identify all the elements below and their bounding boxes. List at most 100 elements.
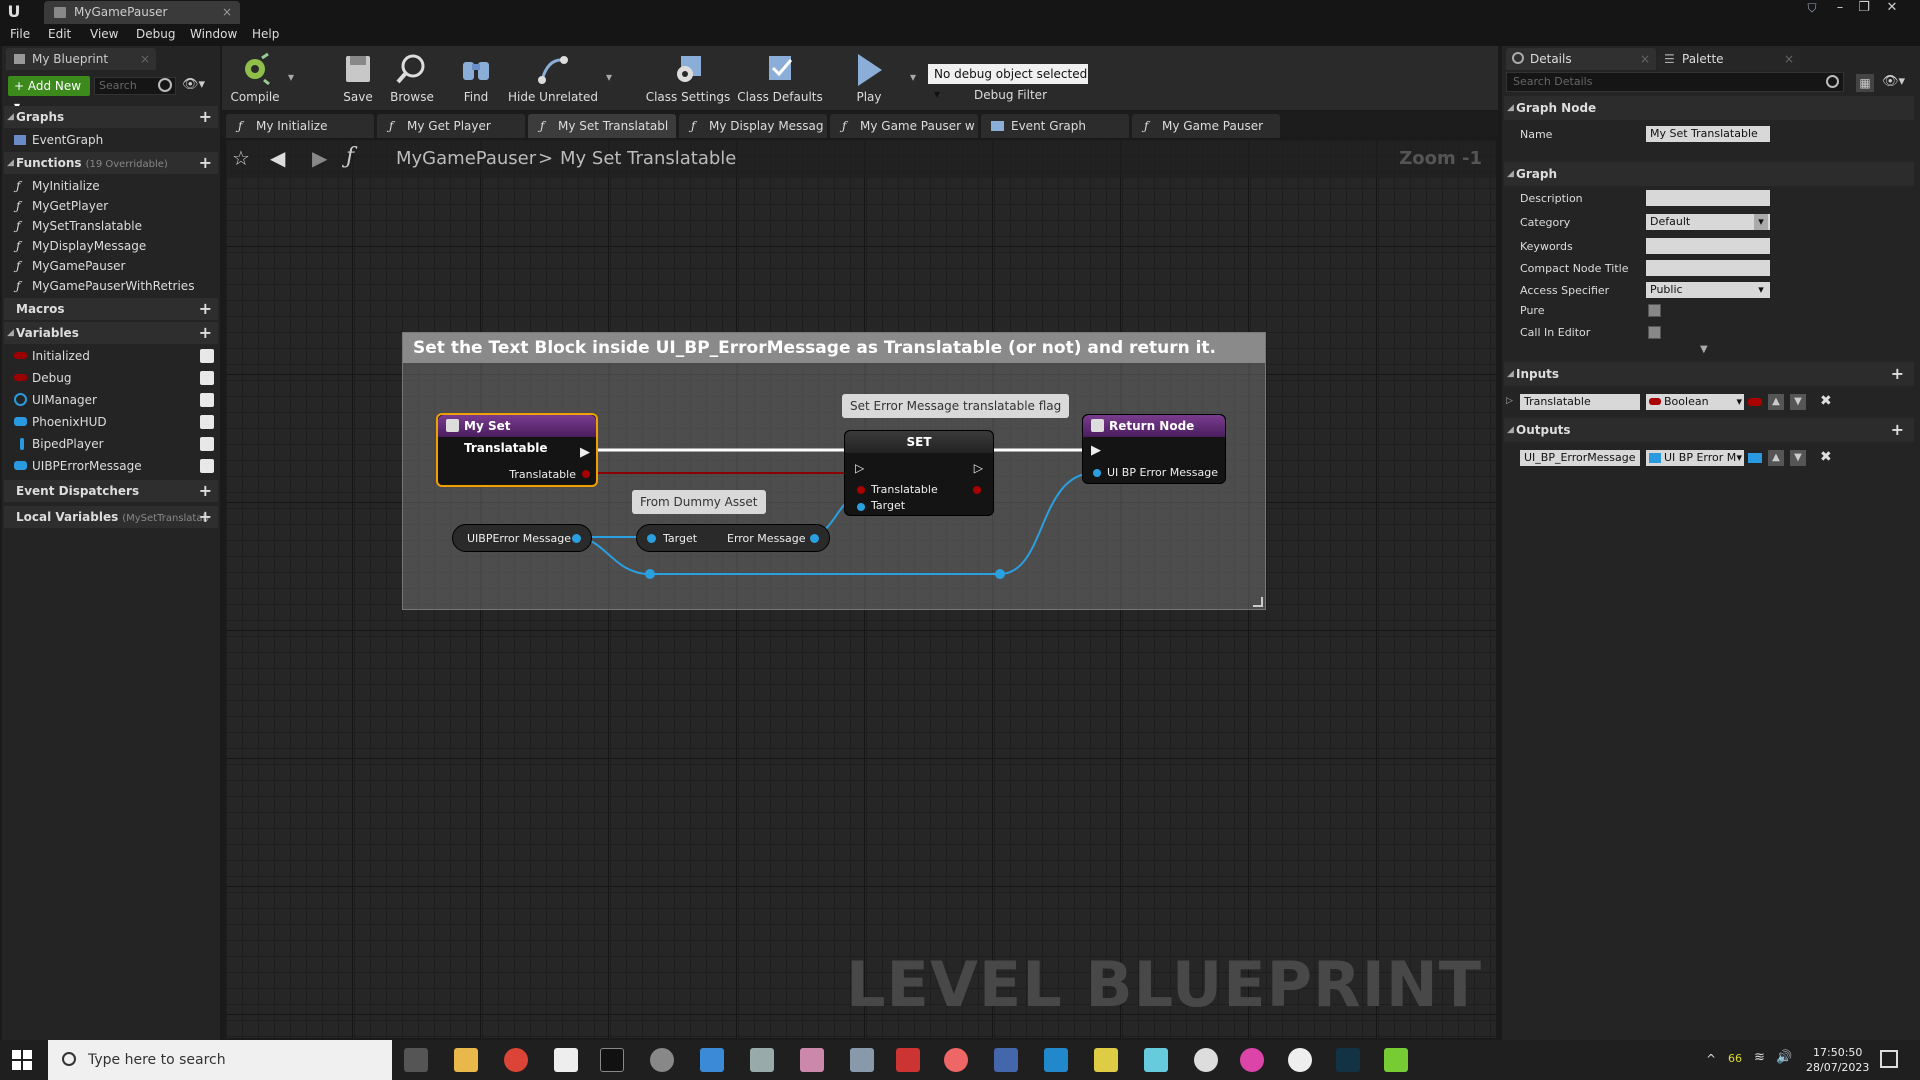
move-down-icon[interactable]: ▼ [1790,450,1806,466]
app-icon[interactable] [994,1048,1018,1072]
window-tab[interactable]: MyGamePauser × [44,1,240,24]
app-icon[interactable] [800,1048,824,1072]
search-details-input[interactable]: Search Details [1506,72,1844,92]
tab-my-initialize[interactable]: ƒ My Initialize [226,114,374,138]
move-up-icon[interactable]: ▲ [1768,394,1784,410]
variable-visibility-eye-icon[interactable] [200,415,214,429]
close-icon[interactable]: × [222,1,232,24]
variable-item-bipedplayer[interactable]: BipedPlayer [20,434,104,454]
app-icon[interactable] [1144,1048,1168,1072]
function-item[interactable]: ƒ MyGamePauser [16,256,125,276]
app-icon[interactable] [1194,1048,1218,1072]
volume-icon[interactable]: 🔊 [1776,1050,1792,1065]
chrome-icon[interactable] [504,1048,528,1072]
function-entry-node[interactable]: My Set Translatable ▶ Translatable [436,413,598,487]
tab-event-graph[interactable]: Event Graph [981,114,1129,138]
menu-window[interactable]: Window [190,27,237,41]
restore-icon[interactable]: ❐ [1852,0,1876,18]
access-specifier-select[interactable]: Public ▾ [1646,282,1770,298]
close-icon[interactable]: × [140,48,150,70]
class-defaults-button[interactable]: Class Defaults [736,46,824,110]
windows-start-icon[interactable] [12,1050,32,1070]
function-item[interactable]: ƒ MySetTranslatable [16,216,142,236]
pure-checkbox[interactable] [1648,304,1661,317]
app-icon[interactable] [1044,1048,1068,1072]
object-pin-icon[interactable] [572,534,581,543]
name-field[interactable]: My Set Translatable [1646,126,1770,142]
add-output-icon[interactable]: + [1891,418,1904,442]
variable-visibility-eye-icon[interactable] [200,393,214,407]
app-icon[interactable] [1384,1048,1408,1072]
tab-my-set-translatable[interactable]: ƒ My Set Translatabl [528,114,676,138]
view-options-grid-icon[interactable]: ▦ [1856,74,1874,92]
app-icon[interactable] [896,1048,920,1072]
input-type-select[interactable]: Boolean ▾ [1646,394,1744,410]
keywords-field[interactable] [1646,238,1770,254]
reroute-knot[interactable] [995,569,1005,579]
remove-input-icon[interactable]: ✖ [1820,393,1832,409]
app-icon[interactable] [1336,1048,1360,1072]
file-explorer-icon[interactable] [454,1048,478,1072]
error-message-get-node[interactable]: Target Error Message [636,524,830,552]
target-pin-icon[interactable] [857,503,865,511]
output-type-select[interactable]: UI BP Error M ▾ [1646,450,1744,466]
variable-visibility-eye-icon[interactable] [200,349,214,363]
debug-object-select[interactable]: No debug object selected ▾ [928,64,1088,101]
terminal-icon[interactable] [600,1048,624,1072]
taskbar-search-input[interactable]: Type here to search [48,1040,392,1080]
system-clock[interactable]: 17:50:50 28/07/2023 [1806,1045,1869,1075]
app-icon[interactable] [944,1048,968,1072]
event-dispatchers-section[interactable]: Event Dispatchers + [4,480,218,502]
function-item[interactable]: ƒ MyDisplayMessage [16,236,146,256]
variable-item-uibperrormessage[interactable]: UIBPErrorMessage [14,456,142,476]
close-icon[interactable]: × [1640,48,1650,70]
visibility-eye-icon[interactable]: 👁▾ [1882,74,1905,89]
set-node[interactable]: SET ▷ ▷ Translatable Target [844,430,994,516]
menu-debug[interactable]: Debug [136,27,175,41]
exec-out-pin-icon[interactable]: ▷ [974,461,983,475]
variable-get-node[interactable]: UIBPError Message [452,524,592,552]
app-icon[interactable] [850,1048,874,1072]
tab-my-game-pauser-with-retries[interactable]: ƒ My Game Pauser w [830,114,978,138]
tab-details[interactable]: Details × [1506,48,1656,70]
my-blueprint-tab[interactable]: My Blueprint × [6,48,156,70]
app-icon[interactable] [1094,1048,1118,1072]
exec-in-pin-icon[interactable]: ▷ [855,461,864,475]
graph-editor[interactable]: ☆ ◀ ▶ ƒ MyGamePauser > My Set Translatab… [226,140,1496,1038]
function-item[interactable]: ƒ MyInitialize [16,176,100,196]
source-control-icon[interactable]: ⛉ [1800,0,1824,18]
expand-advanced-icon[interactable]: ▼ [1700,344,1708,355]
add-macro-icon[interactable]: + [199,298,212,320]
macros-section[interactable]: Macros + [4,298,218,320]
save-button[interactable]: Save [334,46,382,110]
return-node[interactable]: Return Node ▶ UI BP Error Message [1082,414,1226,484]
wifi-icon[interactable]: ≋ [1754,1050,1765,1065]
variable-visibility-eye-icon[interactable] [200,371,214,385]
minimize-icon[interactable]: – [1828,0,1852,18]
variable-item-debug[interactable]: Debug [14,368,71,388]
graph-item-eventgraph[interactable]: EventGraph [14,130,103,150]
move-up-icon[interactable]: ▲ [1768,450,1784,466]
settings-gear-icon[interactable] [650,1048,674,1072]
object-pin-type-icon[interactable] [1748,453,1762,463]
function-item[interactable]: ƒ MyGetPlayer [16,196,108,216]
variable-visibility-eye-icon[interactable] [200,437,214,451]
compile-options-icon[interactable]: ▾ [284,70,298,84]
graphs-section[interactable]: ◢ Graphs + [4,106,218,128]
variables-section[interactable]: ◢ Variables + [4,322,218,344]
functions-section[interactable]: ◢ Functions (19 Overridable) + [4,152,218,174]
bool-pin-type-icon[interactable] [1748,398,1762,406]
tab-my-game-pauser[interactable]: ƒ My Game Pauser [1132,114,1280,138]
inputs-section[interactable]: ◢ Inputs + [1504,362,1914,386]
remove-output-icon[interactable]: ✖ [1820,449,1832,465]
outputs-section[interactable]: ◢ Outputs + [1504,418,1914,442]
find-button[interactable]: Find [452,46,500,110]
app-icon[interactable] [750,1048,774,1072]
hide-unrelated-button[interactable]: Hide Unrelated [508,46,598,110]
exec-in-pin-icon[interactable]: ▶ [1091,443,1101,458]
menu-view[interactable]: View [90,27,118,41]
add-function-icon[interactable]: + [199,152,212,174]
description-field[interactable] [1646,190,1770,206]
hide-unrelated-options-icon[interactable]: ▾ [602,70,616,84]
variable-item-phoenixhud[interactable]: PhoenixHUD [14,412,107,432]
